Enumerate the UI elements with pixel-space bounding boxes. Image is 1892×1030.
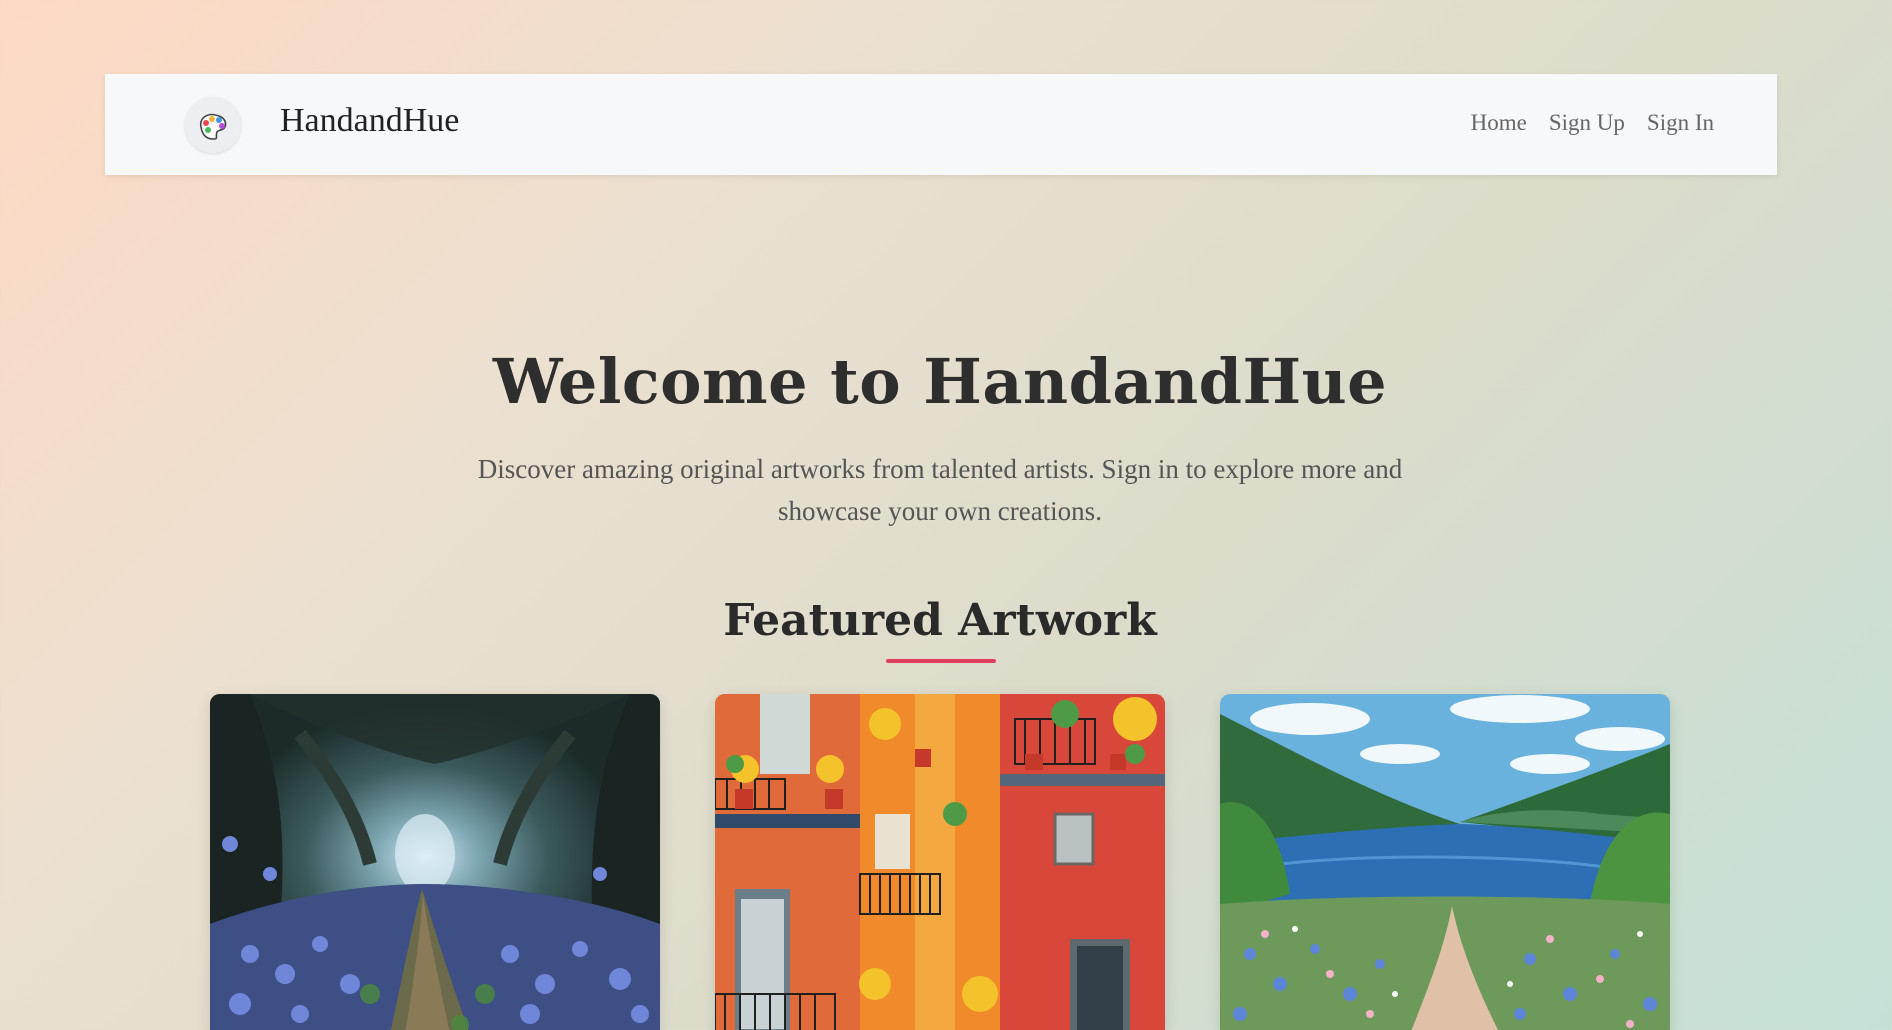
logo[interactable] <box>185 97 241 153</box>
artwork-image-lake-valley <box>1220 694 1670 1030</box>
brand-name[interactable]: HandandHue <box>280 102 459 140</box>
featured-title-underline <box>886 659 996 663</box>
nav-link-home[interactable]: Home <box>1471 110 1527 136</box>
nav-link-sign-up[interactable]: Sign Up <box>1549 110 1625 136</box>
artwork-card-forest-path[interactable] <box>210 694 660 1030</box>
artwork-image-buildings <box>715 694 1165 1030</box>
hero-title: Welcome to HandandHue <box>492 345 1388 418</box>
navbar: HandandHue Home Sign Up Sign In <box>105 74 1777 175</box>
nav-links: Home Sign Up Sign In <box>1471 110 1714 136</box>
nav-link-sign-in[interactable]: Sign In <box>1647 110 1714 136</box>
artwork-card-buildings[interactable] <box>715 694 1165 1030</box>
artwork-card-lake-valley[interactable] <box>1220 694 1670 1030</box>
palette-icon <box>199 113 227 140</box>
hero-subtitle: Discover amazing original artworks from … <box>477 454 1403 526</box>
featured-title: Featured Artwork <box>723 595 1157 646</box>
artwork-image-forest-path <box>210 694 660 1030</box>
